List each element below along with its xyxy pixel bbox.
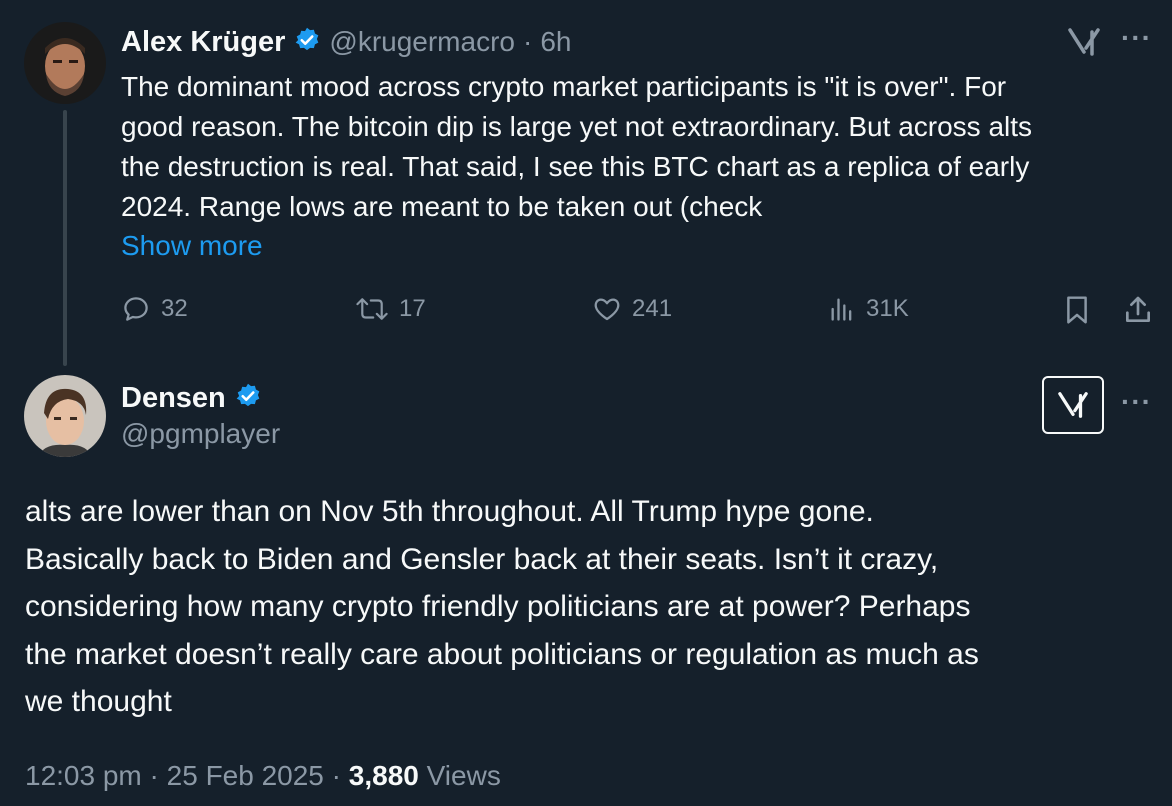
verified-badge-icon [293, 26, 321, 59]
reply-icon [121, 294, 151, 324]
like-button[interactable]: 241 [592, 294, 672, 324]
more-icon[interactable]: ··· [1121, 22, 1152, 54]
views-count: 31K [866, 295, 909, 322]
bookmark-icon [1062, 296, 1092, 330]
show-more-link[interactable]: Show more [121, 230, 263, 262]
main-tweet-text: alts are lower than on Nov 5th throughou… [25, 488, 1155, 726]
quoted-tweet-header: Alex Krüger @krugermacro · 6h [121, 22, 571, 62]
author-name[interactable]: Densen [121, 382, 226, 415]
author-avatar-pgmplayer[interactable] [24, 375, 106, 457]
quoted-tweet-text: The dominant mood across crypto market p… [121, 67, 1151, 227]
view-count: 3,880 [348, 760, 419, 791]
tweet-text-line: the market doesn’t really care about pol… [25, 637, 979, 671]
tweet-text-line: Basically back to Biden and Gensler back… [25, 542, 939, 576]
like-icon [592, 294, 622, 324]
views-label: Views [426, 760, 501, 791]
bookmark-button[interactable] [1062, 294, 1092, 331]
share-icon [1122, 296, 1154, 330]
tweet-date[interactable]: 25 Feb 2025 [167, 760, 324, 791]
tweet-time-ago[interactable]: 6h [540, 26, 571, 58]
tweet-text-line: alts are lower than on Nov 5th throughou… [25, 495, 874, 528]
like-count: 241 [632, 295, 673, 322]
views-button[interactable]: 31K [828, 294, 909, 324]
share-button[interactable] [1122, 294, 1154, 331]
tweet-text-line: 2024. Range lows are meant to be taken o… [121, 191, 763, 222]
tweet-text-line: good reason. The bitcoin dip is large ye… [121, 111, 1033, 142]
meta-separator: · [331, 760, 341, 791]
meta-separator: · [149, 760, 159, 791]
more-icon[interactable]: ··· [1121, 386, 1152, 418]
reply-count: 32 [161, 295, 188, 322]
repost-count: 17 [399, 295, 426, 322]
repost-icon [355, 294, 389, 324]
thread-connector-line [63, 110, 67, 366]
author-handle[interactable]: @pgmplayer [121, 418, 280, 450]
grok-icon[interactable] [1042, 376, 1104, 434]
verified-badge-icon [234, 382, 262, 415]
tweet-time[interactable]: 12:03 pm [25, 760, 142, 791]
author-name[interactable]: Alex Krüger [121, 26, 285, 59]
tweet-text-line: the destruction is real. That said, I se… [121, 151, 1030, 182]
tweet-text-line: considering how many crypto friendly pol… [25, 590, 971, 623]
header-separator: · [522, 26, 533, 57]
tweet-text-line: we thought [25, 685, 172, 718]
repost-button[interactable]: 17 [355, 294, 426, 324]
views-icon [828, 294, 856, 324]
tweet-meta: 12:03 pm · 25 Feb 2025 · 3,880 Views [25, 760, 501, 792]
author-handle[interactable]: @krugermacro [329, 26, 515, 58]
grok-icon[interactable] [1066, 26, 1102, 58]
tweet-text-line: The dominant mood across crypto market p… [121, 71, 1007, 102]
main-tweet-header: Densen [121, 378, 262, 418]
author-avatar-krugermacro[interactable] [24, 22, 106, 104]
reply-button[interactable]: 32 [121, 294, 188, 324]
